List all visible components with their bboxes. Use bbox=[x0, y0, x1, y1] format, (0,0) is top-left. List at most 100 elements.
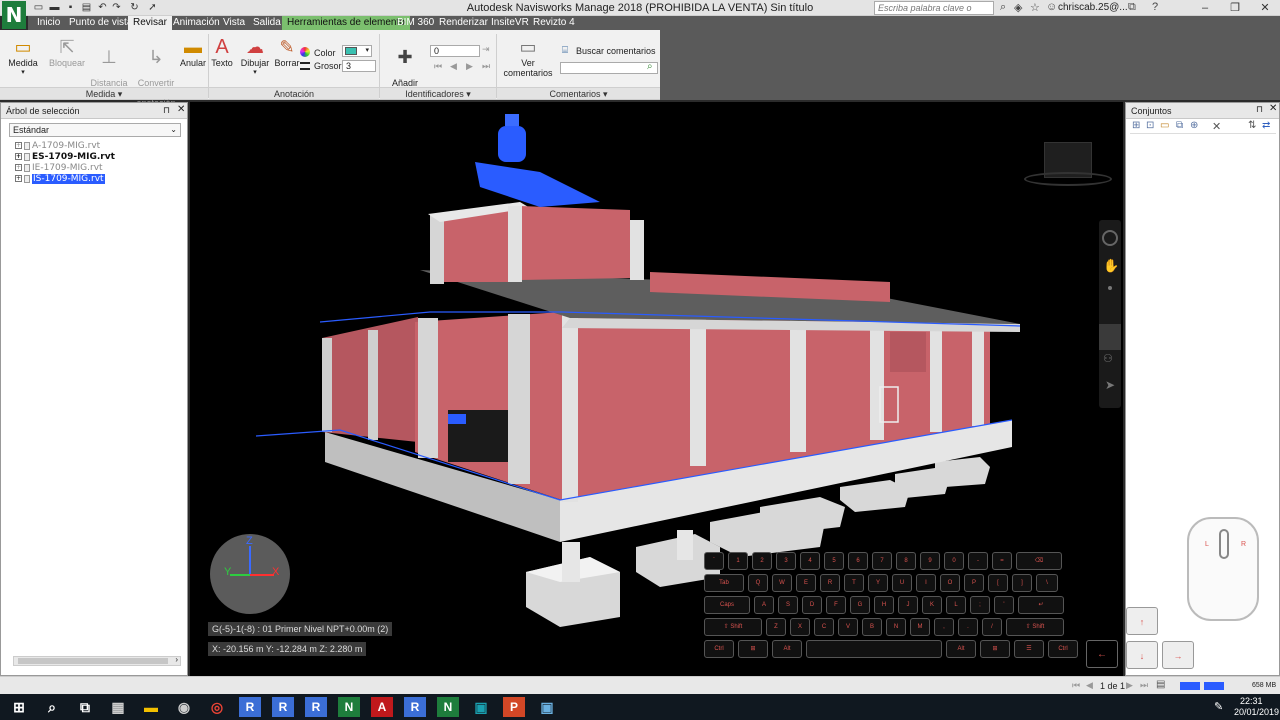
close-button[interactable]: ✕ bbox=[1250, 0, 1280, 16]
revit-icon[interactable]: R bbox=[305, 697, 327, 717]
keyboard-key[interactable]: Ctrl bbox=[1048, 640, 1078, 658]
keyboard-key[interactable]: Tab bbox=[704, 574, 744, 592]
keyboard-key[interactable]: L bbox=[946, 596, 966, 614]
help-icon[interactable]: ? bbox=[1152, 1, 1158, 13]
file-explorer-icon[interactable]: ▬ bbox=[140, 697, 162, 717]
group-label-comentarios[interactable]: Comentarios ▾ bbox=[497, 87, 660, 99]
first-tag-icon[interactable]: ⏮ bbox=[434, 61, 442, 71]
keyboard-key[interactable]: W bbox=[772, 574, 792, 592]
lock-button[interactable]: ⇱ Bloquear bbox=[48, 36, 86, 68]
keyboard-key[interactable]: / bbox=[982, 618, 1002, 636]
open-file-icon[interactable]: ▬ bbox=[48, 1, 61, 15]
tab-punto-de-vista[interactable]: Punto de vista bbox=[64, 16, 137, 30]
keyboard-key[interactable] bbox=[806, 640, 942, 658]
keyboard-key[interactable]: 6 bbox=[848, 552, 868, 570]
maximize-button[interactable]: ❐ bbox=[1220, 0, 1250, 16]
select-icon[interactable]: ➚ bbox=[146, 1, 159, 15]
keyboard-key[interactable]: ⇧ Shift bbox=[1006, 618, 1064, 636]
save-selection-icon[interactable]: ⊞ bbox=[1132, 120, 1140, 131]
keyboard-key[interactable]: - bbox=[968, 552, 988, 570]
user-account[interactable]: chriscab.25@... bbox=[1058, 2, 1128, 13]
keyboard-key[interactable]: I bbox=[916, 574, 936, 592]
refresh-icon[interactable]: ↻ bbox=[128, 1, 141, 15]
tree-view-dropdown[interactable]: Estándar ⌄ bbox=[9, 123, 181, 137]
expand-icon[interactable]: + bbox=[15, 142, 22, 149]
keyboard-key[interactable]: ⌫ bbox=[1016, 552, 1062, 570]
keyboard-key[interactable]: S bbox=[778, 596, 798, 614]
tab-bim-360[interactable]: BIM 360 bbox=[392, 16, 439, 30]
sheet-browser-icon[interactable]: ▤ bbox=[1156, 679, 1165, 690]
keyboard-key[interactable]: , bbox=[934, 618, 954, 636]
tab-salida[interactable]: Salida bbox=[248, 16, 286, 30]
find-comments-label[interactable]: Buscar comentarios bbox=[576, 46, 656, 56]
add-comment-icon[interactable]: ⊕ bbox=[1190, 120, 1198, 131]
pin-icon[interactable]: ⊓ bbox=[1256, 104, 1263, 115]
keyboard-key[interactable]: ⊞ bbox=[980, 640, 1010, 658]
keyboard-key[interactable]: ' bbox=[994, 596, 1014, 614]
keyboard-key[interactable]: ] bbox=[1012, 574, 1032, 592]
previous-tag-icon[interactable]: ◀ bbox=[450, 61, 457, 71]
task-view-icon[interactable]: ⧉ bbox=[74, 697, 96, 717]
keyboard-key[interactable]: X bbox=[790, 618, 810, 636]
tree-item[interactable]: + A-1709-MIG.rvt bbox=[15, 141, 100, 152]
revit-icon[interactable]: R bbox=[272, 697, 294, 717]
clock-time[interactable]: 22:31 bbox=[1240, 696, 1263, 706]
keyboard-key[interactable]: ☰ bbox=[1014, 640, 1044, 658]
keyboard-key[interactable]: Y bbox=[868, 574, 888, 592]
sort-icon[interactable]: ⇅ bbox=[1248, 120, 1256, 131]
keyboard-key[interactable]: R bbox=[820, 574, 840, 592]
look-icon[interactable]: ⚇ bbox=[1103, 352, 1113, 365]
thickness-input[interactable]: 3 bbox=[342, 60, 376, 72]
next-tag-icon[interactable]: ▶ bbox=[466, 61, 473, 71]
print-icon[interactable]: ▤ bbox=[80, 1, 93, 15]
keyboard-key[interactable]: 4 bbox=[800, 552, 820, 570]
keyboard-key[interactable]: Alt bbox=[946, 640, 976, 658]
user-icon[interactable]: ☺ bbox=[1046, 1, 1057, 13]
keyboard-key[interactable]: F bbox=[826, 596, 846, 614]
viewcube-ring[interactable] bbox=[1024, 172, 1112, 186]
keyboard-key[interactable]: . bbox=[958, 618, 978, 636]
duplicate-icon[interactable]: ⧉ bbox=[1176, 120, 1183, 131]
previous-sheet-icon[interactable]: ◀ bbox=[1086, 680, 1093, 691]
keyboard-key[interactable]: G bbox=[850, 596, 870, 614]
keyboard-key[interactable]: D bbox=[802, 596, 822, 614]
view-comments-button[interactable]: ▭ Ver comentarios bbox=[498, 36, 558, 78]
subscription-icon[interactable]: ◈ bbox=[1014, 1, 1022, 14]
star-icon[interactable]: ☆ bbox=[1030, 1, 1040, 14]
expand-icon[interactable]: + bbox=[15, 175, 22, 182]
tab-animacion[interactable]: Animación bbox=[168, 16, 225, 30]
undo-icon[interactable]: ↶ bbox=[96, 1, 109, 15]
save-search-icon[interactable]: ⊡ bbox=[1146, 120, 1154, 131]
orbit-icon[interactable] bbox=[1099, 324, 1121, 350]
keyboard-key[interactable]: 5 bbox=[824, 552, 844, 570]
last-sheet-icon[interactable]: ⏭ bbox=[1140, 680, 1148, 691]
keyboard-key[interactable]: 7 bbox=[872, 552, 892, 570]
binoculars-icon[interactable]: ⌕ bbox=[1000, 1, 1006, 14]
keyboard-key[interactable]: B bbox=[862, 618, 882, 636]
navisworks-icon[interactable]: N bbox=[338, 697, 360, 717]
keyboard-key[interactable]: V bbox=[838, 618, 858, 636]
keyboard-key[interactable]: Q bbox=[748, 574, 768, 592]
draw-button[interactable]: ☁ Dibujar ▾ bbox=[238, 36, 272, 78]
import-export-icon[interactable]: ⇄ bbox=[1262, 120, 1270, 131]
erase-button[interactable]: ✎ Borrar bbox=[274, 36, 300, 68]
tab-revizto[interactable]: Revizto 4 bbox=[528, 16, 580, 30]
keyboard-key[interactable]: E bbox=[796, 574, 816, 592]
arrow-down-key[interactable]: ↓ bbox=[1126, 641, 1158, 669]
minimize-button[interactable]: – bbox=[1190, 0, 1220, 16]
new-file-icon[interactable]: ▭ bbox=[32, 1, 45, 15]
text-button[interactable]: A Texto bbox=[210, 36, 234, 68]
navisworks-icon[interactable]: N bbox=[437, 697, 459, 717]
group-label-identificadores[interactable]: Identificadores ▾ bbox=[380, 87, 496, 99]
tab-inicio[interactable]: Inicio bbox=[32, 16, 65, 30]
app-icon[interactable]: ◉ bbox=[173, 697, 195, 717]
keyboard-key[interactable]: T bbox=[844, 574, 864, 592]
notepad-icon[interactable]: ▣ bbox=[536, 697, 558, 717]
keyboard-key[interactable]: M bbox=[910, 618, 930, 636]
clear-button[interactable]: ▬ Anular bbox=[178, 36, 208, 68]
tree-item-selected[interactable]: + IS-1709-MIG.rvt bbox=[15, 174, 105, 185]
windows-icon[interactable]: ⊞ bbox=[8, 697, 30, 717]
keyboard-key[interactable]: P bbox=[964, 574, 984, 592]
expand-icon[interactable]: + bbox=[15, 164, 22, 171]
first-sheet-icon[interactable]: ⏮ bbox=[1072, 680, 1080, 691]
